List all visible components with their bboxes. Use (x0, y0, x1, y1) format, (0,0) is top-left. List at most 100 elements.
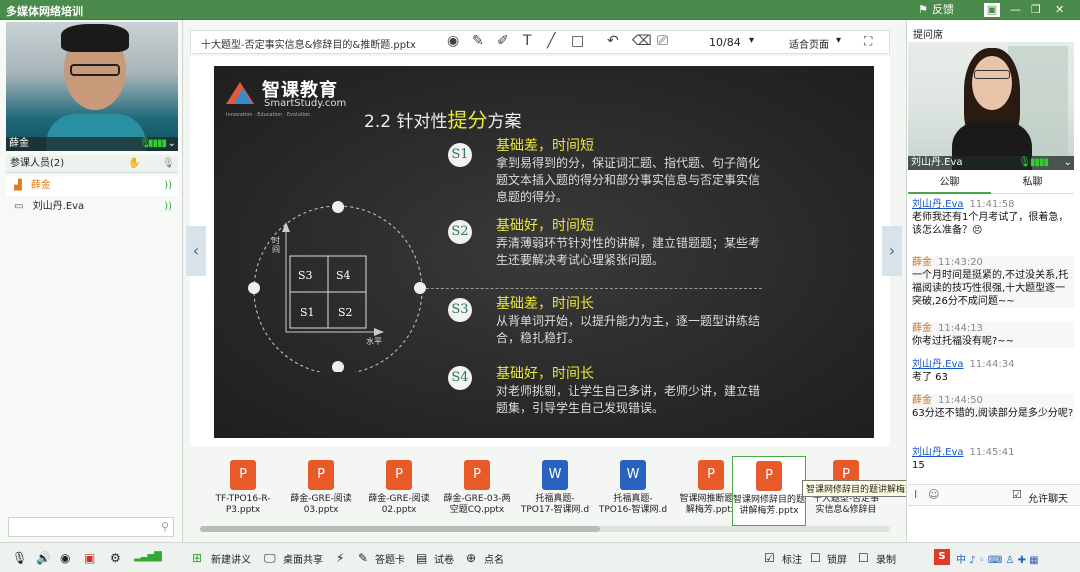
page-dropdown-icon[interactable]: ▾ (749, 35, 754, 46)
chat-sender[interactable]: 薛金 (912, 323, 932, 334)
restore-button[interactable]: ❐ (1031, 1, 1041, 19)
search-icon: ⚲ (160, 520, 169, 533)
y-axis-label: 时间 (272, 236, 280, 254)
settings-icon[interactable]: ⚙ (110, 551, 121, 565)
text-cursor-icon[interactable]: I (914, 488, 917, 501)
ime-toolbar-icons[interactable]: 中 ♪ ◦ ⌨ ♙ ✚ ▦ (956, 551, 1039, 566)
slide-item: 基础好，时间短 弄清薄弱环节针对性的讲解，建立错题题；某些考生还要解决考试心理紧… (496, 218, 766, 269)
item-number-badge: S3 (448, 298, 472, 322)
answer-card-button[interactable]: 答题卡 (375, 551, 405, 566)
chat-sender[interactable]: 刘山丹.Eva (912, 199, 964, 210)
speaker-icon[interactable]: 🔊 (36, 551, 51, 565)
tab-public-chat[interactable]: 公聊 (908, 174, 991, 194)
eraser-icon[interactable]: ⌫ (632, 33, 652, 49)
feedback-link[interactable]: 反馈 (932, 1, 954, 19)
highlighter-icon[interactable]: ✐ (497, 33, 509, 49)
camera-icon[interactable]: ◉ (60, 551, 70, 565)
item-number-badge: S2 (448, 220, 472, 244)
video-menu-icon[interactable]: ⌄ (168, 137, 176, 151)
fullscreen-icon[interactable]: ⛶ (864, 34, 872, 49)
page-indicator: 10/84 (709, 36, 741, 49)
chat-time: 11:44:34 (969, 359, 1015, 370)
left-search-input[interactable]: ⚲ (8, 517, 174, 537)
slide-item-title: 基础差，时间短 (496, 138, 594, 154)
mute-all-icon[interactable]: ✋ (128, 155, 140, 173)
file-item[interactable]: W 托福真题-TPO16-智课网.d (598, 460, 668, 516)
pointer-icon[interactable]: ◉ (447, 33, 459, 49)
title-bar: 多媒体网络培训 ⚑ 反馈 ▣ — ❐ ✕ (0, 0, 1080, 20)
minimize-button[interactable]: — (1010, 1, 1021, 19)
chat-time: 11:45:41 (969, 447, 1015, 458)
student-video: 刘山丹.Eva 🎙▮▮▮▮ ⌄ (908, 42, 1074, 170)
new-lecture-icon[interactable]: ⊞ (192, 551, 202, 565)
clear-icon[interactable]: ⎚ (657, 33, 668, 49)
chat-message: 薛金 11:44:50 63分还不错的,阅读部分是多少分呢? (912, 394, 1074, 420)
participants-header: 参课人员(2) ✋ 🎙 (6, 155, 178, 173)
mic-off-icon[interactable]: 🎙 (162, 155, 175, 173)
file-name: 托福真题-TPO16-智课网.d (598, 494, 668, 515)
quadrant-diagram (248, 201, 426, 372)
microphone-icon[interactable]: 🎙 (12, 551, 27, 565)
quiz-icon[interactable]: ▤ (416, 551, 427, 565)
lightning-icon[interactable]: ⚡ (336, 551, 344, 565)
chat-sender[interactable]: 刘山丹.Eva (912, 359, 964, 370)
emoji-icon[interactable]: ☺ (928, 488, 939, 501)
lock-screen-label: 锁屏 (827, 555, 847, 566)
roll-call-icon[interactable]: ⊕ (466, 551, 476, 565)
answer-card-icon[interactable]: ✎ (358, 551, 368, 565)
file-name: TF-TPO16-R-P3.pptx (215, 494, 271, 515)
ppt-file-icon: P (230, 460, 256, 490)
chat-sender[interactable]: 薛金 (912, 395, 932, 406)
file-item[interactable]: W 托福真题-TPO17-智课网.d (520, 460, 590, 516)
rectangle-icon[interactable]: □ (571, 33, 584, 49)
desktop-share-icon[interactable]: 🖵 (264, 551, 276, 566)
file-item[interactable]: P 薛金-GRE-阅读03.pptx (286, 460, 356, 516)
ime-logo-icon[interactable]: S (934, 549, 950, 565)
record-checkbox[interactable]: ☐ (858, 551, 869, 565)
file-item-selected[interactable]: P 智课网修辞目的题讲解梅芳.pptx (732, 456, 806, 526)
desktop-share-button[interactable]: 桌面共享 (283, 551, 323, 566)
file-item[interactable]: P 薛金-GRE-阅读02.pptx (364, 460, 434, 516)
ppt-file-icon: P (698, 460, 724, 490)
next-slide-button[interactable]: › (882, 226, 902, 276)
quiz-button[interactable]: 试卷 (434, 551, 454, 566)
fit-select[interactable]: 适合页面 (789, 36, 829, 51)
logo-icon (226, 78, 254, 104)
undo-icon[interactable]: ↶ (607, 33, 619, 49)
annotate-checkbox[interactable]: ☑ (764, 551, 775, 565)
tab-private-chat[interactable]: 私聊 (991, 174, 1074, 194)
roll-call-button[interactable]: 点名 (484, 551, 504, 566)
allow-chat-checkbox[interactable]: ☑ (1012, 488, 1022, 501)
prev-slide-button[interactable]: ‹ (186, 226, 206, 276)
file-strip: P TF-TPO16-R-P3.pptx P 薛金-GRE-阅读03.pptx … (190, 452, 942, 538)
participant-row[interactable]: ▭ 刘山丹.Eva )) (6, 197, 178, 217)
feedback-icon[interactable]: ⚑ (918, 1, 928, 19)
record-screen-icon[interactable]: ▣ (84, 551, 95, 565)
participant-name: 刘山丹.Eva (32, 201, 85, 212)
file-name: 十大题型-否定事实信息&修辞目 (812, 494, 880, 515)
file-item[interactable]: P 薛金-GRE-03-两空题CQ.pptx (442, 460, 512, 516)
chat-sender[interactable]: 薛金 (912, 257, 932, 268)
separator-line (426, 288, 762, 289)
file-item[interactable]: P TF-TPO16-R-P3.pptx (208, 460, 278, 516)
chat-sender[interactable]: 刘山丹.Eva (912, 447, 964, 458)
text-icon[interactable]: T (523, 33, 532, 49)
volume-level-icon: 🎙▮▮▮▮ (1018, 157, 1049, 168)
file-scrollbar-thumb[interactable] (200, 526, 600, 532)
quadrant-label: S4 (336, 269, 351, 282)
lock-screen-checkbox[interactable]: ☐ (810, 551, 821, 565)
student-name: 刘山丹.Eva (911, 157, 963, 168)
video-menu-icon[interactable]: ⌄ (1064, 156, 1072, 170)
file-scrollbar[interactable] (200, 526, 890, 532)
pen-icon[interactable]: ✎ (472, 33, 484, 49)
share-icon[interactable]: ▣ (984, 3, 1000, 17)
record-label: 录制 (876, 555, 896, 566)
participant-row[interactable]: ▟ 薛金 )) (6, 176, 178, 196)
quadrant-label: S2 (338, 306, 353, 319)
close-button[interactable]: ✕ (1055, 1, 1064, 19)
chat-message: 刘山丹.Eva 11:44:34 考了 63 (912, 358, 1074, 384)
new-lecture-button[interactable]: 新建讲义 (211, 551, 251, 566)
slide-heading: 2.2 针对性提分方案 (364, 108, 522, 132)
computer-icon: ▭ (14, 201, 24, 212)
line-icon[interactable]: ╱ (547, 33, 555, 49)
